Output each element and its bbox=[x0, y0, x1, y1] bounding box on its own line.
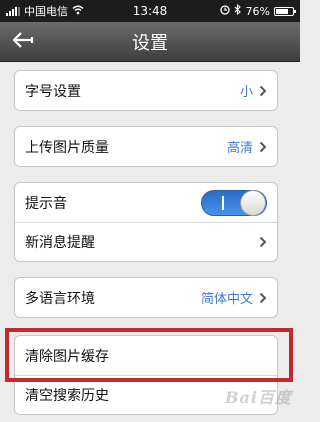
alarm-icon bbox=[219, 4, 230, 18]
back-button[interactable] bbox=[10, 30, 36, 54]
font-size-value: 小 bbox=[239, 85, 253, 100]
new-message-alert-row[interactable]: 新消息提醒 bbox=[15, 222, 277, 261]
upload-quality-label: 上传图片质量 bbox=[25, 139, 109, 156]
status-bar: 中国电信 13:48 76% bbox=[0, 0, 300, 22]
bluetooth-icon bbox=[234, 3, 242, 18]
battery-percent: 76% bbox=[245, 4, 270, 18]
navigation-bar: 设置 bbox=[0, 22, 300, 62]
sound-row: 提示音 bbox=[15, 183, 277, 222]
language-row[interactable]: 多语言环境 简体中文 bbox=[15, 278, 277, 317]
upload-quality-value: 高清 bbox=[226, 141, 253, 156]
chevron-right-icon bbox=[259, 292, 267, 304]
chevron-right-icon bbox=[259, 236, 267, 248]
battery-icon bbox=[274, 6, 296, 16]
language-label: 多语言环境 bbox=[25, 290, 95, 307]
settings-group-upload: 上传图片质量 高清 bbox=[14, 126, 278, 167]
language-value: 简体中文 bbox=[200, 292, 253, 307]
font-size-label: 字号设置 bbox=[25, 83, 81, 100]
page-title: 设置 bbox=[132, 32, 168, 54]
sound-label: 提示音 bbox=[25, 195, 67, 212]
status-right: 76% bbox=[219, 3, 296, 18]
signal-icon bbox=[6, 6, 20, 16]
baidu-watermark: Bai百度 bbox=[225, 388, 292, 407]
settings-group-notifications: 提示音 新消息提醒 bbox=[14, 182, 278, 262]
highlight-annotation bbox=[5, 328, 293, 382]
chevron-right-icon bbox=[259, 85, 267, 97]
status-left: 中国电信 bbox=[6, 3, 220, 19]
carrier-label: 中国电信 bbox=[24, 5, 68, 18]
toggle-on-mark bbox=[222, 195, 224, 210]
font-size-row[interactable]: 字号设置 小 bbox=[15, 71, 277, 110]
new-message-alert-label: 新消息提醒 bbox=[25, 235, 95, 251]
wifi-icon bbox=[72, 5, 84, 18]
settings-group-language: 多语言环境 简体中文 bbox=[14, 277, 278, 318]
upload-quality-row[interactable]: 上传图片质量 高清 bbox=[15, 127, 277, 166]
chevron-right-icon bbox=[259, 141, 267, 153]
sound-toggle[interactable] bbox=[201, 189, 267, 216]
battery-fill bbox=[276, 8, 288, 14]
toggle-knob bbox=[240, 189, 266, 216]
settings-group-font: 字号设置 小 bbox=[14, 70, 278, 111]
back-arrow-icon bbox=[12, 31, 34, 53]
